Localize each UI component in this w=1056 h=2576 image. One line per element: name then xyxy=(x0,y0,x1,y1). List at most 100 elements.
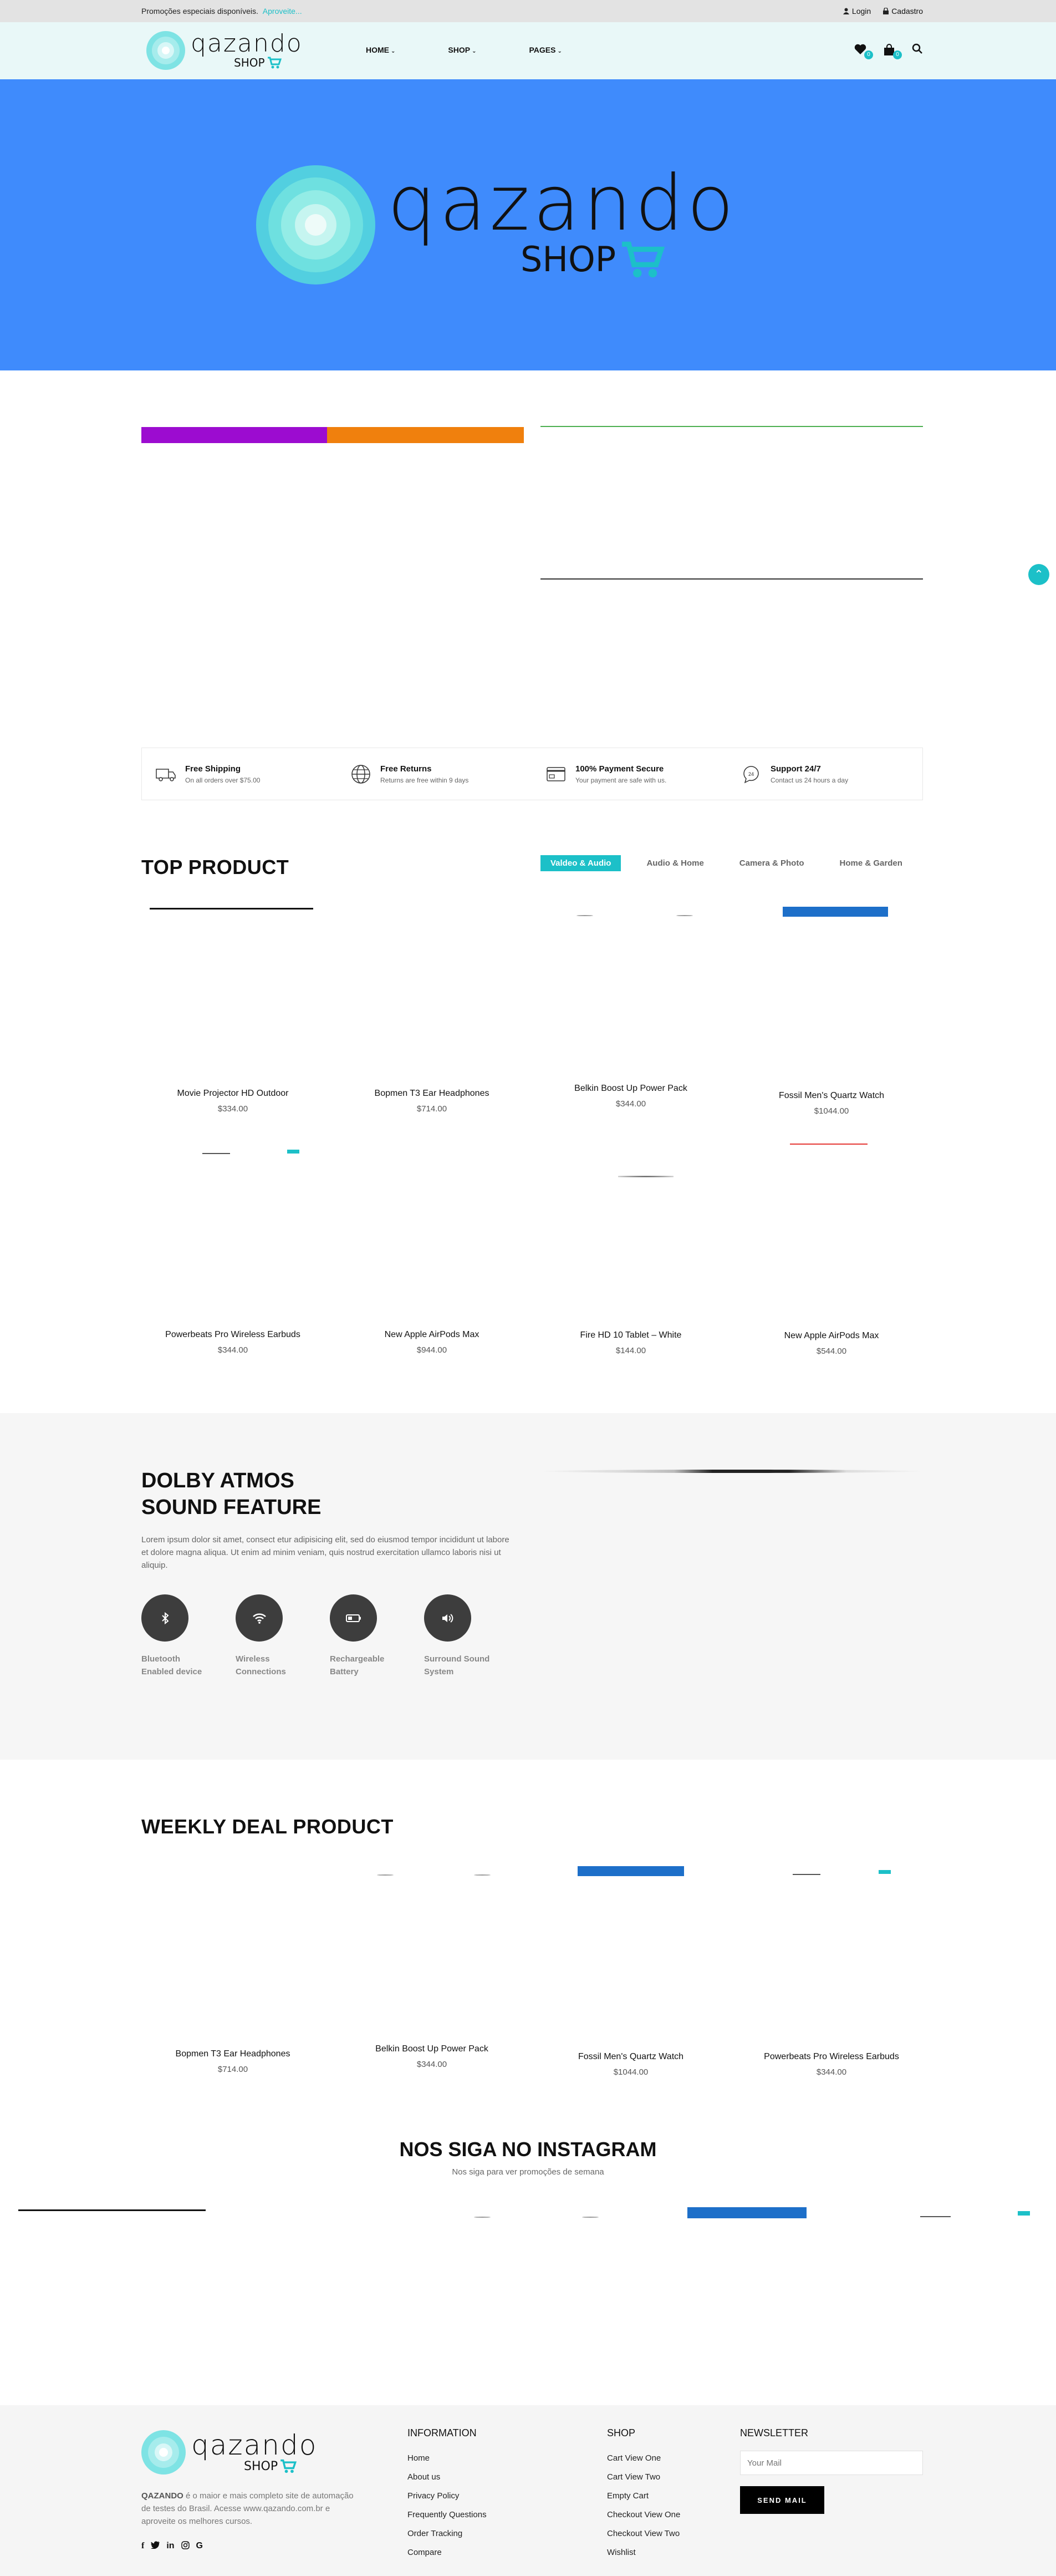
cart-logo-icon xyxy=(280,2459,297,2473)
footer-link-tracking[interactable]: Order Tracking xyxy=(407,2524,487,2543)
product-name[interactable]: Bopmen T3 Ear Headphones xyxy=(340,1089,523,1099)
cart-button[interactable]: 0 xyxy=(883,43,902,59)
product-card[interactable]: Powerbeats Pro Wireless Earbuds $344.00 xyxy=(141,1330,324,1355)
newsletter-email-input[interactable] xyxy=(740,2451,923,2475)
product-card[interactable]: Fossil Men's Quartz Watch $1044.00 xyxy=(740,1091,923,1116)
footer-link-empty-cart[interactable]: Empty Cart xyxy=(607,2487,680,2506)
product-card[interactable]: New Apple AirPods Max $544.00 xyxy=(740,1331,923,1356)
wifi-icon xyxy=(252,1613,266,1624)
product-image[interactable] xyxy=(150,908,313,910)
product-image[interactable] xyxy=(202,1153,230,1154)
product-image[interactable] xyxy=(474,1874,491,1876)
register-link[interactable]: Cadastro xyxy=(883,7,923,16)
tab-home-garden[interactable]: Home & Garden xyxy=(830,855,902,871)
product-card[interactable]: Fire HD 10 Tablet – White $144.00 xyxy=(539,1330,722,1355)
wishlist-button[interactable]: 0 xyxy=(854,44,873,59)
product-name[interactable]: Belkin Boost Up Power Pack xyxy=(539,1084,722,1094)
product-image[interactable] xyxy=(790,1144,868,1145)
product-name[interactable]: New Apple AirPods Max xyxy=(340,1330,523,1340)
nav-pages[interactable]: PAGES ⌄ xyxy=(529,45,562,54)
footer-link-checkout-one[interactable]: Checkout View One xyxy=(607,2506,680,2524)
footer-col-title: NEWSLETTER xyxy=(740,2427,809,2438)
footer-link-about[interactable]: About us xyxy=(407,2468,487,2487)
product-image[interactable] xyxy=(577,915,593,916)
product-name[interactable]: New Apple AirPods Max xyxy=(740,1331,923,1341)
login-link[interactable]: Login xyxy=(843,7,871,16)
linkedin-icon[interactable]: in xyxy=(166,2541,174,2552)
banner-purple[interactable] xyxy=(141,427,327,443)
footer-link-home[interactable]: Home xyxy=(407,2449,487,2468)
product-card[interactable]: Belkin Boost Up Power Pack $344.00 xyxy=(539,1084,722,1109)
product-name[interactable]: Belkin Boost Up Power Pack xyxy=(340,2044,523,2054)
dolby-feature-surround: Surround Sound System xyxy=(424,1594,489,1678)
google-icon[interactable]: G xyxy=(196,2541,203,2552)
footer-logo[interactable]: qazando SHOP xyxy=(141,2430,317,2475)
footer-link-faq[interactable]: Frequently Questions xyxy=(407,2506,487,2524)
search-button[interactable] xyxy=(912,43,923,57)
twitter-icon[interactable] xyxy=(151,2541,160,2552)
social-links: f in G xyxy=(141,2541,203,2552)
product-image[interactable] xyxy=(287,1150,299,1154)
footer-col-title: INFORMATION xyxy=(407,2427,477,2438)
feature-shipping: Free Shipping On all orders over $75.00 xyxy=(142,748,337,800)
product-name[interactable]: Fossil Men's Quartz Watch xyxy=(740,1091,923,1101)
feature-support: 24 Support 24/7 Contact us 24 hours a day xyxy=(727,748,922,800)
product-image[interactable] xyxy=(879,1870,891,1874)
instagram-image[interactable] xyxy=(474,2217,491,2218)
promo-text: Promoções especiais disponíveis. Aprovei… xyxy=(141,7,302,16)
product-name[interactable]: Fossil Men's Quartz Watch xyxy=(539,2052,722,2062)
scroll-top-button[interactable]: ⌃ xyxy=(1028,564,1049,585)
instagram-image[interactable] xyxy=(1018,2211,1030,2216)
product-card[interactable]: Bopmen T3 Ear Headphones $714.00 xyxy=(141,2049,324,2074)
send-mail-button[interactable]: SEND MAIL xyxy=(740,2486,824,2514)
footer-link-wishlist[interactable]: Wishlist xyxy=(607,2543,680,2562)
main-nav: HOME ⌄ SHOP ⌄ PAGES ⌄ xyxy=(366,45,562,54)
instagram-image[interactable] xyxy=(582,2217,599,2218)
product-name[interactable]: Fire HD 10 Tablet – White xyxy=(539,1330,722,1340)
instagram-image[interactable] xyxy=(18,2209,206,2211)
nav-home[interactable]: HOME ⌄ xyxy=(366,45,395,54)
header-logo[interactable]: qazando SHOP xyxy=(146,31,303,70)
product-name[interactable]: Powerbeats Pro Wireless Earbuds xyxy=(141,1330,324,1340)
product-card[interactable]: Belkin Boost Up Power Pack $344.00 xyxy=(340,2044,523,2069)
chevron-up-icon: ⌃ xyxy=(1034,568,1044,581)
product-image[interactable] xyxy=(578,1866,684,1876)
footer-link-cart-one[interactable]: Cart View One xyxy=(607,2449,680,2468)
product-image[interactable] xyxy=(783,907,888,917)
product-card[interactable]: Bopmen T3 Ear Headphones $714.00 xyxy=(340,1089,523,1114)
instagram-icon[interactable] xyxy=(181,2541,190,2552)
hero-logo-text: qazando xyxy=(387,159,737,248)
facebook-icon[interactable]: f xyxy=(141,2541,144,2552)
instagram-image[interactable] xyxy=(687,2207,807,2218)
top-bar: Promoções especiais disponíveis. Aprovei… xyxy=(0,0,1056,22)
banner-orange[interactable] xyxy=(327,427,524,443)
product-image[interactable] xyxy=(676,915,693,916)
dolby-feature-label: Connections xyxy=(236,1667,286,1676)
footer-link-compare[interactable]: Compare xyxy=(407,2543,487,2562)
product-card[interactable]: Powerbeats Pro Wireless Earbuds $344.00 xyxy=(740,2052,923,2077)
product-name[interactable]: Bopmen T3 Ear Headphones xyxy=(141,2049,324,2059)
dolby-feature-label: Battery xyxy=(330,1667,359,1676)
tab-camera-photo[interactable]: Camera & Photo xyxy=(729,855,814,871)
footer-link-cart-two[interactable]: Cart View Two xyxy=(607,2468,680,2487)
product-price: $944.00 xyxy=(416,1345,447,1355)
banner-line-dark xyxy=(540,578,923,580)
hero-banner[interactable]: qazando SHOP xyxy=(0,79,1056,370)
footer-link-privacy[interactable]: Privacy Policy xyxy=(407,2487,487,2506)
product-name[interactable]: Powerbeats Pro Wireless Earbuds xyxy=(740,2052,923,2062)
promo-link[interactable]: Aproveite... xyxy=(263,7,302,16)
product-card[interactable]: New Apple AirPods Max $944.00 xyxy=(340,1330,523,1355)
product-image[interactable] xyxy=(793,1874,820,1875)
product-price: $334.00 xyxy=(217,1104,248,1114)
product-image[interactable] xyxy=(618,1176,674,1177)
instagram-image[interactable] xyxy=(920,2216,951,2217)
nav-shop[interactable]: SHOP ⌄ xyxy=(448,45,476,54)
product-image[interactable] xyxy=(377,1874,394,1876)
footer-link-checkout-two[interactable]: Checkout View Two xyxy=(607,2524,680,2543)
product-card[interactable]: Fossil Men's Quartz Watch $1044.00 xyxy=(539,2052,722,2077)
instagram-title: NOS SIGA NO INSTAGRAM xyxy=(399,2138,657,2161)
tab-video-audio[interactable]: Valdeo & Audio xyxy=(540,855,621,871)
tab-audio-home[interactable]: Audio & Home xyxy=(636,855,713,871)
product-name[interactable]: Movie Projector HD Outdoor xyxy=(141,1089,324,1099)
product-card[interactable]: Movie Projector HD Outdoor $334.00 xyxy=(141,1089,324,1114)
